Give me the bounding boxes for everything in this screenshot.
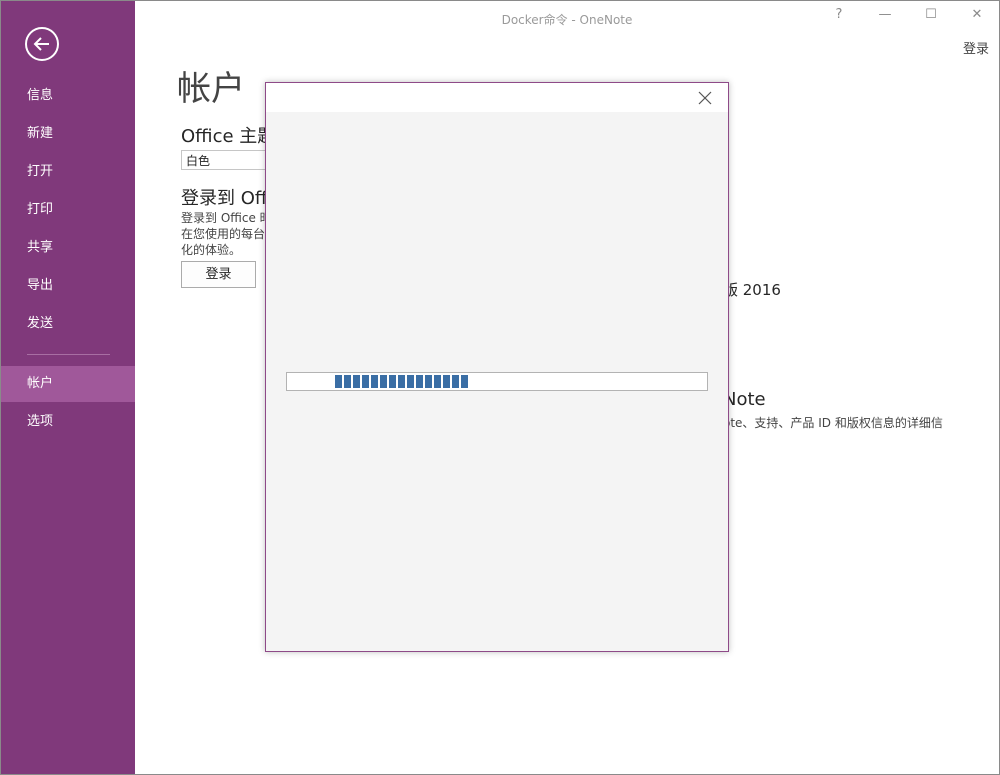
about-heading: Note xyxy=(723,389,766,410)
theme-heading: Office 主题 xyxy=(181,126,276,147)
title-bar: Docker命令 - OneNote xyxy=(135,1,999,37)
progress-segment xyxy=(362,375,369,388)
progress-segment xyxy=(461,375,468,388)
progress-segment xyxy=(443,375,450,388)
nav-item-send[interactable]: 发送 xyxy=(1,306,135,342)
progress-segment xyxy=(407,375,414,388)
progress-segment xyxy=(425,375,432,388)
nav-item-open[interactable]: 打开 xyxy=(1,154,135,190)
nav-item-account[interactable]: 帐户 xyxy=(1,366,135,402)
close-button[interactable]: ✕ xyxy=(965,7,989,27)
signin-description: 登录到 Office 时 在您使用的每台设 化的体验。 xyxy=(181,210,271,258)
window-title: Docker命令 - OneNote xyxy=(501,13,633,27)
page-title: 帐户 xyxy=(177,69,245,109)
nav-item-info[interactable]: 信息 xyxy=(1,78,135,114)
progress-segment xyxy=(434,375,441,388)
progress-segment xyxy=(380,375,387,388)
progress-segment xyxy=(371,375,378,388)
back-button[interactable] xyxy=(25,27,59,61)
maximize-button[interactable]: ☐ xyxy=(919,7,943,27)
back-arrow-icon xyxy=(33,37,49,51)
nav-item-export[interactable]: 导出 xyxy=(1,268,135,304)
nav-item-share[interactable]: 共享 xyxy=(1,230,135,266)
product-version-text: 版 2016 xyxy=(723,281,781,299)
progress-segment xyxy=(398,375,405,388)
nav-item-print[interactable]: 打印 xyxy=(1,192,135,228)
minimize-button[interactable]: — xyxy=(873,7,897,27)
signin-desc-line-1: 登录到 Office 时 xyxy=(181,211,271,225)
help-icon[interactable]: ? xyxy=(827,7,851,27)
signin-button[interactable]: 登录 xyxy=(181,261,256,288)
onenote-window: 信息 新建 打开 打印 共享 导出 发送 帐户 选项 Docker命令 - On… xyxy=(0,0,1000,775)
sidebar-divider xyxy=(27,354,110,355)
progress-segment xyxy=(452,375,459,388)
about-description: ote、支持、产品 ID 和版权信息的详细信 xyxy=(723,416,943,430)
loading-progress-bar xyxy=(286,372,708,391)
signin-dialog xyxy=(265,82,729,652)
nav-item-new[interactable]: 新建 xyxy=(1,116,135,152)
signin-desc-line-2: 在您使用的每台设 xyxy=(181,227,271,241)
signin-link[interactable]: 登录 xyxy=(963,38,989,57)
nav-item-options[interactable]: 选项 xyxy=(1,404,135,440)
signin-desc-line-3: 化的体验。 xyxy=(181,243,242,257)
dialog-close-icon[interactable] xyxy=(696,89,714,107)
progress-segment xyxy=(344,375,351,388)
progress-segment xyxy=(416,375,423,388)
progress-segment xyxy=(335,375,342,388)
progress-segment xyxy=(389,375,396,388)
backstage-sidebar: 信息 新建 打开 打印 共享 导出 发送 帐户 选项 xyxy=(1,1,135,774)
progress-segment xyxy=(353,375,360,388)
dialog-titlebar xyxy=(266,83,728,112)
